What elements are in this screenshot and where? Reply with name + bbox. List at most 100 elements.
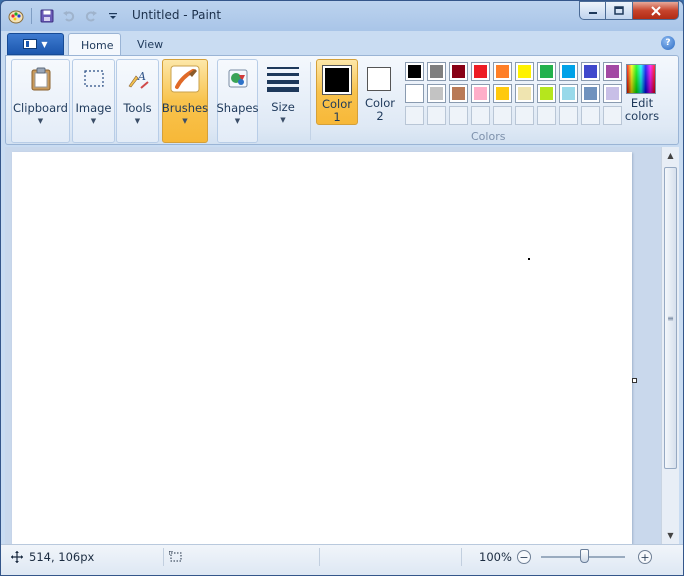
resize-handle-right[interactable] — [632, 378, 637, 383]
palette-swatch[interactable] — [427, 84, 446, 103]
palette-swatch[interactable] — [581, 62, 600, 81]
qat-separator — [31, 8, 32, 24]
size-label: Size — [271, 100, 295, 114]
selection-size-cell — [169, 545, 183, 569]
color1-button[interactable]: Color 1 — [316, 59, 358, 125]
scroll-down-icon[interactable]: ▼ — [662, 527, 679, 544]
palette-swatch-empty[interactable] — [559, 106, 578, 125]
color2-button[interactable]: Color 2 — [361, 59, 399, 125]
color1-swatch — [322, 65, 352, 95]
edit-colors-icon — [626, 64, 656, 94]
palette-swatch-empty[interactable] — [405, 106, 424, 125]
palette-swatch-fill — [584, 87, 597, 100]
minimize-button[interactable] — [579, 1, 606, 20]
cursor-position: 514, 106px — [29, 550, 95, 564]
palette-swatch[interactable] — [559, 84, 578, 103]
tools-button[interactable]: A Tools ▼ — [117, 60, 158, 125]
size-button[interactable]: Size ▼ — [262, 59, 304, 124]
palette-swatch-empty[interactable] — [581, 106, 600, 125]
application-menu-button[interactable]: ▼ — [7, 33, 64, 55]
palette-swatch-empty[interactable] — [493, 106, 512, 125]
help-icon[interactable]: ? — [661, 36, 675, 50]
cursor-position-cell: 514, 106px — [11, 545, 94, 569]
zoom-out-button[interactable]: − — [517, 550, 531, 564]
close-icon — [650, 5, 661, 16]
tools-label: Tools — [123, 101, 152, 115]
minimize-icon — [588, 11, 597, 14]
vertical-scrollbar[interactable]: ▲ ≡ ▼ — [661, 147, 679, 544]
image-group: Image ▼ — [72, 59, 115, 143]
palette-swatch-empty[interactable] — [537, 106, 556, 125]
paint-app-icon[interactable] — [7, 7, 25, 25]
palette-swatch[interactable] — [449, 62, 468, 81]
palette-swatch[interactable] — [515, 84, 534, 103]
window-controls — [579, 1, 679, 20]
palette-swatch-empty[interactable] — [427, 106, 446, 125]
palette-swatch-fill — [584, 65, 597, 78]
palette-swatch-empty[interactable] — [515, 106, 534, 125]
palette-swatch-fill — [496, 65, 509, 78]
ribbon-separator — [310, 62, 311, 140]
customize-qat-icon[interactable] — [104, 7, 122, 25]
brushes-button[interactable]: Brushes ▼ — [161, 60, 209, 125]
save-icon[interactable] — [38, 7, 56, 25]
palette-swatch-fill — [606, 87, 619, 100]
svg-text:A: A — [137, 70, 146, 83]
chevron-down-icon: ▼ — [234, 117, 241, 125]
clipboard-button[interactable]: Clipboard ▼ — [12, 60, 69, 125]
palette-swatch-fill — [562, 65, 575, 78]
redo-icon[interactable] — [82, 7, 100, 25]
clipboard-icon — [25, 63, 57, 95]
select-rectangle-icon — [78, 63, 110, 95]
palette-swatch-fill — [452, 65, 465, 78]
palette-swatch-empty[interactable] — [449, 106, 468, 125]
palette-swatch-fill — [540, 87, 553, 100]
edit-colors-button[interactable]: Edit colors — [624, 59, 660, 125]
edit-colors-label-line2: colors — [624, 109, 660, 123]
tab-home[interactable]: Home — [68, 33, 121, 56]
palette-swatch[interactable] — [405, 84, 424, 103]
zoom-level: 100% — [479, 550, 512, 564]
drawing-canvas[interactable] — [12, 152, 632, 544]
palette-swatch-empty[interactable] — [471, 106, 490, 125]
zoom-in-button[interactable]: + — [638, 550, 652, 564]
chevron-down-icon: ▼ — [134, 117, 141, 125]
palette-swatch-fill — [430, 65, 443, 78]
maximize-button[interactable] — [606, 1, 633, 20]
scrollbar-thumb[interactable]: ≡ — [664, 167, 677, 469]
palette-swatch[interactable] — [537, 62, 556, 81]
line-size-icon — [267, 62, 299, 94]
color2-swatch — [367, 67, 391, 91]
image-button[interactable]: Image ▼ — [73, 60, 114, 125]
palette-swatch[interactable] — [493, 62, 512, 81]
tab-view[interactable]: View — [125, 33, 173, 56]
close-button[interactable] — [633, 1, 679, 20]
status-divider — [319, 548, 320, 566]
palette-swatch[interactable] — [559, 62, 578, 81]
status-bar: 514, 106px 100% − + — [1, 544, 683, 575]
palette-swatch[interactable] — [515, 62, 534, 81]
chevron-down-icon: ▼ — [37, 117, 44, 125]
brushes-label: Brushes — [161, 101, 209, 115]
scroll-up-icon[interactable]: ▲ — [662, 147, 679, 164]
color2-label: Color 2 — [361, 97, 399, 123]
palette-swatch[interactable] — [581, 84, 600, 103]
palette-swatch[interactable] — [603, 62, 622, 81]
palette-swatch[interactable] — [537, 84, 556, 103]
ribbon: Clipboard ▼ Image ▼ A Tools ▼ Brushes ▼ … — [5, 55, 679, 145]
chevron-down-icon: ▼ — [41, 39, 48, 49]
palette-swatch-fill — [562, 87, 575, 100]
app-menu-icon — [23, 39, 38, 49]
colors-group-caption: Colors — [471, 130, 506, 143]
palette-swatch-fill — [474, 87, 487, 100]
palette-swatch[interactable] — [471, 84, 490, 103]
palette-swatch[interactable] — [471, 62, 490, 81]
palette-swatch[interactable] — [405, 62, 424, 81]
quick-access-toolbar — [7, 6, 122, 26]
palette-swatch[interactable] — [449, 84, 468, 103]
palette-swatch[interactable] — [493, 84, 512, 103]
undo-icon[interactable] — [60, 7, 78, 25]
palette-swatch[interactable] — [427, 62, 446, 81]
shapes-button[interactable]: Shapes ▼ — [217, 60, 259, 125]
zoom-slider-thumb[interactable] — [580, 549, 589, 563]
